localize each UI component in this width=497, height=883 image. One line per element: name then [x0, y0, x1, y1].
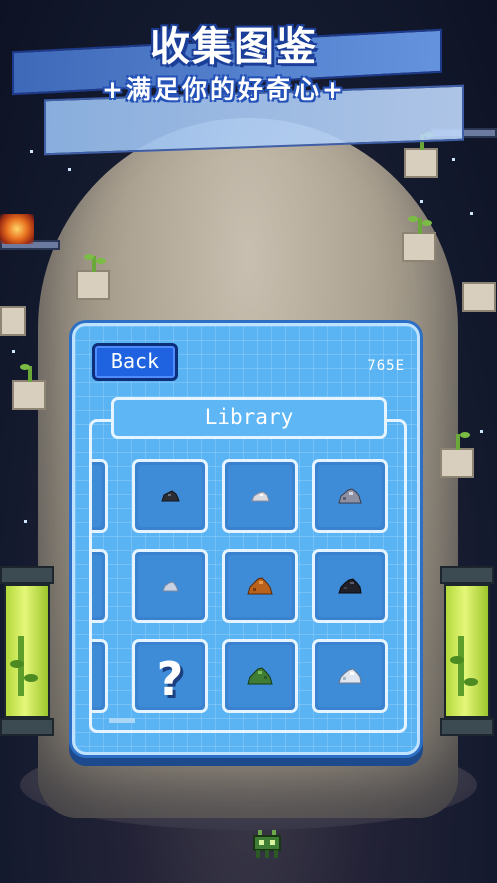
white-rock-icon: [338, 668, 362, 684]
library-cell-partial[interactable]: [92, 549, 108, 623]
black-rock-icon: [338, 578, 362, 594]
hanging-pot-left-1: [76, 254, 110, 300]
library-cell-gray-rock[interactable]: [312, 459, 388, 533]
library-cell-dark-rock[interactable]: [132, 459, 208, 533]
library-cell-silver-rock[interactable]: [222, 459, 298, 533]
lantern-glow-icon: [0, 214, 34, 244]
hanging-pot-left-3: [0, 306, 26, 336]
back-button[interactable]: Back: [92, 343, 178, 381]
banner-subtitle: +满足你的好奇心+: [102, 75, 346, 104]
silver-rock-icon: [251, 491, 270, 502]
library-tab[interactable]: Library: [111, 397, 387, 439]
gray-rock-icon: [338, 488, 362, 504]
hanging-pot-right-4: [440, 432, 474, 478]
pale-rock-icon: [162, 581, 179, 592]
green-rock-icon: [247, 667, 273, 685]
grid-scrollbar[interactable]: [109, 718, 135, 723]
hanging-pot-right-1: [404, 132, 438, 178]
plant-tube-left: [0, 566, 54, 736]
game-scene: 收集图鉴 +满足你的好奇心+ Back 765E ? Library: [0, 0, 497, 883]
question-mark-icon: ?: [156, 652, 184, 706]
library-cell-black-rock[interactable]: [312, 549, 388, 623]
library-cell-pale-rock[interactable]: [132, 549, 208, 623]
energy-counter: 765E: [367, 358, 405, 374]
library-panel: Back 765E ? Library: [72, 323, 420, 755]
robot-critter-icon[interactable]: [250, 826, 284, 860]
banner-title: 收集图鉴: [150, 24, 318, 70]
library-cell-copper-rock[interactable]: [222, 549, 298, 623]
library-cell-partial[interactable]: [92, 639, 108, 713]
copper-rock-icon: [247, 577, 273, 595]
dark-rock-icon: [161, 490, 180, 502]
library-cell-white-rock[interactable]: [312, 639, 388, 713]
library-cell-partial[interactable]: [92, 459, 108, 533]
library-cell-unknown[interactable]: ?: [132, 639, 208, 713]
library-grid[interactable]: ?: [89, 419, 407, 733]
hanging-pot-right-3: [462, 282, 496, 312]
hanging-pot-right-2: [402, 216, 436, 262]
library-cell-green-rock[interactable]: [222, 639, 298, 713]
plant-tube-right: [440, 566, 494, 736]
hanging-pot-left-2: [12, 364, 46, 410]
